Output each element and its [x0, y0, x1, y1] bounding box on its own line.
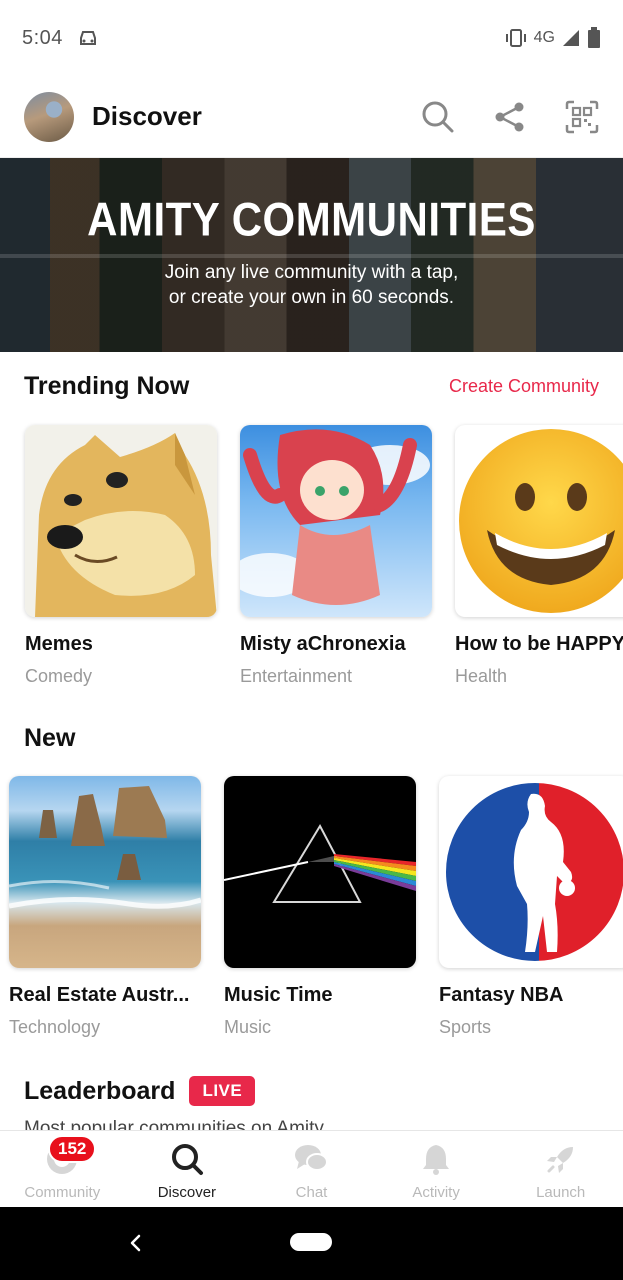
- qr-code-icon: [565, 100, 599, 133]
- back-icon[interactable]: [124, 1231, 148, 1255]
- avatar[interactable]: [24, 91, 74, 142]
- system-nav-bar: [0, 1207, 623, 1280]
- community-image: [25, 425, 217, 617]
- banner-subtitle: Join any live community with a tap, or c…: [0, 260, 623, 310]
- anime-image: [240, 429, 430, 605]
- card-category: Music: [224, 1017, 272, 1037]
- header-actions: [421, 100, 599, 134]
- community-card-real-estate[interactable]: Real Estate Austr... Technology: [9, 776, 201, 1038]
- create-community-link[interactable]: Create Community: [449, 376, 599, 397]
- status-bar: 5:04 4G: [0, 0, 623, 76]
- nba-logo-image: [440, 777, 623, 967]
- community-image: [9, 776, 201, 968]
- nav-label: Launch: [536, 1184, 586, 1201]
- community-card-misty[interactable]: Misty aChronexia Entertainment: [240, 425, 432, 687]
- nav-item-discover[interactable]: Discover: [125, 1131, 250, 1207]
- trending-header: Trending Now Create Community: [24, 372, 599, 401]
- chat-icon: [293, 1141, 329, 1177]
- communities-banner[interactable]: AMITY COMMUNITIES Join any live communit…: [0, 158, 623, 352]
- network-type: 4G: [533, 29, 555, 46]
- live-badge: LIVE: [189, 1076, 256, 1106]
- battery-icon: [588, 27, 600, 48]
- search-icon: [422, 101, 454, 132]
- share-icon: [495, 102, 524, 131]
- card-title: Memes: [25, 633, 93, 655]
- nav-item-launch[interactable]: Launch: [498, 1131, 623, 1207]
- doge-image: [35, 433, 217, 617]
- app-header: Discover: [0, 76, 623, 158]
- card-category: Comedy: [25, 666, 93, 686]
- community-image: [439, 776, 623, 968]
- card-category: Health: [455, 666, 508, 686]
- community-card-music-time[interactable]: Music Time Music: [224, 776, 416, 1038]
- card-title: Music Time: [224, 984, 333, 1006]
- leaderboard-header: Leaderboard LIVE: [24, 1076, 599, 1106]
- nav-label: Chat: [295, 1184, 328, 1201]
- community-card-happy[interactable]: How to be HAPPY Health: [455, 425, 623, 687]
- car-icon: [79, 31, 96, 45]
- nav-label: Community: [24, 1184, 101, 1201]
- prism-image: [224, 823, 416, 903]
- search-button[interactable]: [421, 100, 455, 134]
- share-button[interactable]: [493, 100, 527, 134]
- notification-badge: 152: [48, 1135, 97, 1163]
- card-title: Fantasy NBA: [439, 984, 564, 1006]
- card-category: Sports: [439, 1017, 492, 1037]
- page-title: Discover: [92, 101, 202, 131]
- community-image: [224, 776, 416, 968]
- nav-item-chat[interactable]: Chat: [249, 1131, 374, 1207]
- new-header: New: [24, 724, 599, 753]
- nav-item-activity[interactable]: Activity: [374, 1131, 499, 1207]
- status-time: 5:04: [22, 26, 63, 49]
- card-title: Misty aChronexia: [240, 633, 406, 655]
- card-category: Technology: [9, 1017, 101, 1037]
- rocket-icon: [543, 1141, 579, 1177]
- home-pill[interactable]: [290, 1233, 332, 1251]
- search-icon: [169, 1141, 205, 1177]
- bell-icon: [418, 1141, 454, 1177]
- coast-image: [9, 786, 201, 909]
- banner-subtitle-line1: Join any live community with a tap,: [164, 262, 459, 283]
- nav-label: Discover: [157, 1184, 217, 1201]
- leaderboard-title: Leaderboard: [24, 1076, 176, 1105]
- community-card-fantasy-nba[interactable]: Fantasy NBA Sports: [439, 776, 623, 1038]
- bottom-nav: 152 Community Discover Chat Activity Lau…: [0, 1130, 623, 1207]
- community-card-memes[interactable]: Memes Comedy: [25, 425, 217, 687]
- nav-item-community[interactable]: 152 Community: [0, 1131, 125, 1207]
- community-image: [240, 425, 432, 617]
- status-indicators: 4G: [504, 27, 601, 49]
- card-title: How to be HAPPY: [455, 633, 623, 655]
- vibrate-icon: [505, 29, 526, 47]
- card-title: Real Estate Austr...: [9, 984, 190, 1006]
- nav-label: Activity: [412, 1184, 460, 1201]
- qr-code-button[interactable]: [565, 100, 599, 134]
- banner-title: AMITY COMMUNITIES: [87, 193, 536, 246]
- smiley-image: [459, 429, 623, 613]
- trending-title: Trending Now: [24, 372, 190, 400]
- signal-icon: [563, 30, 579, 46]
- community-image: [455, 425, 623, 617]
- new-title: New: [24, 724, 76, 752]
- card-category: Entertainment: [240, 666, 353, 686]
- banner-subtitle-line2: or create your own in 60 seconds.: [168, 287, 455, 308]
